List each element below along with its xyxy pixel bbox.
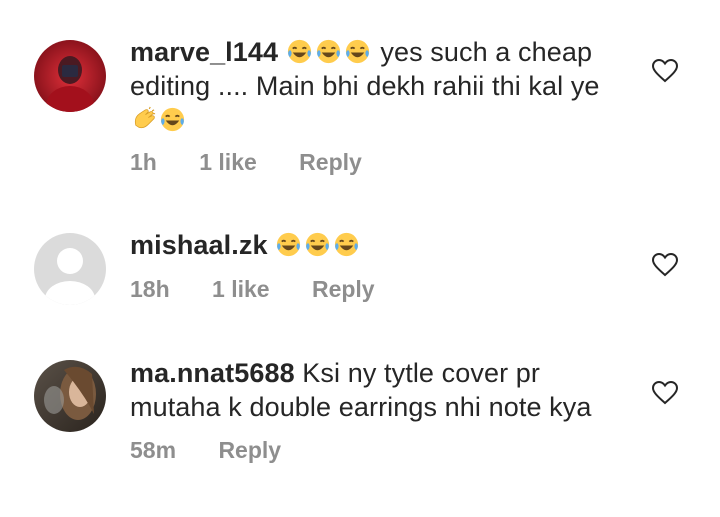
heart-outline-icon[interactable]	[652, 59, 678, 83]
comment-time: 58m	[130, 437, 177, 463]
comment-text-line1: Ksi ny tytle cover pr	[302, 358, 540, 388]
username[interactable]: ma.nnat5688	[130, 358, 295, 388]
comment-time: 1h	[130, 149, 157, 175]
laughing-tears-emoji-icon	[160, 107, 185, 132]
laughing-tears-emoji-icon	[345, 39, 369, 64]
reply-button[interactable]: Reply	[312, 276, 375, 302]
heart-outline-icon[interactable]	[652, 253, 678, 277]
comment-text: marve_l144 yes such a cheap editing ....…	[130, 35, 630, 137]
laughing-tears-emoji-icon	[335, 232, 359, 257]
comment-text-line2: editing .... Main bhi dekh rahii thi kal…	[130, 71, 600, 101]
heart-outline-icon[interactable]	[652, 381, 678, 405]
comment-text-line2: mutaha k double earrings nhi note kya	[130, 392, 592, 422]
comment-time: 18h	[130, 276, 170, 302]
avatar[interactable]	[34, 360, 106, 432]
username[interactable]: mishaal.zk	[130, 230, 268, 260]
comment-text: ma.nnat5688 Ksi ny tytle cover pr mutaha…	[130, 356, 630, 424]
username[interactable]: marve_l144	[130, 37, 278, 67]
comment-text-line1: yes such a cheap	[380, 37, 593, 67]
avatar[interactable]	[34, 40, 106, 112]
laughing-tears-emoji-icon	[277, 232, 301, 257]
comment-meta: 18h 1 like Reply	[130, 276, 411, 303]
laughing-tears-emoji-icon	[306, 232, 330, 257]
comment-meta: 1h 1 like Reply	[130, 149, 398, 176]
laughing-tears-emoji-icon	[316, 39, 340, 64]
clapping-hands-emoji-icon	[134, 106, 156, 129]
like-count[interactable]: 1 like	[212, 276, 270, 302]
like-count[interactable]: 1 like	[199, 149, 257, 175]
comment-text: mishaal.zk	[130, 228, 630, 262]
comment-meta: 58m Reply	[130, 437, 317, 464]
avatar[interactable]	[34, 233, 106, 305]
reply-button[interactable]: Reply	[299, 149, 362, 175]
laughing-tears-emoji-icon	[287, 39, 311, 64]
reply-button[interactable]: Reply	[218, 437, 281, 463]
